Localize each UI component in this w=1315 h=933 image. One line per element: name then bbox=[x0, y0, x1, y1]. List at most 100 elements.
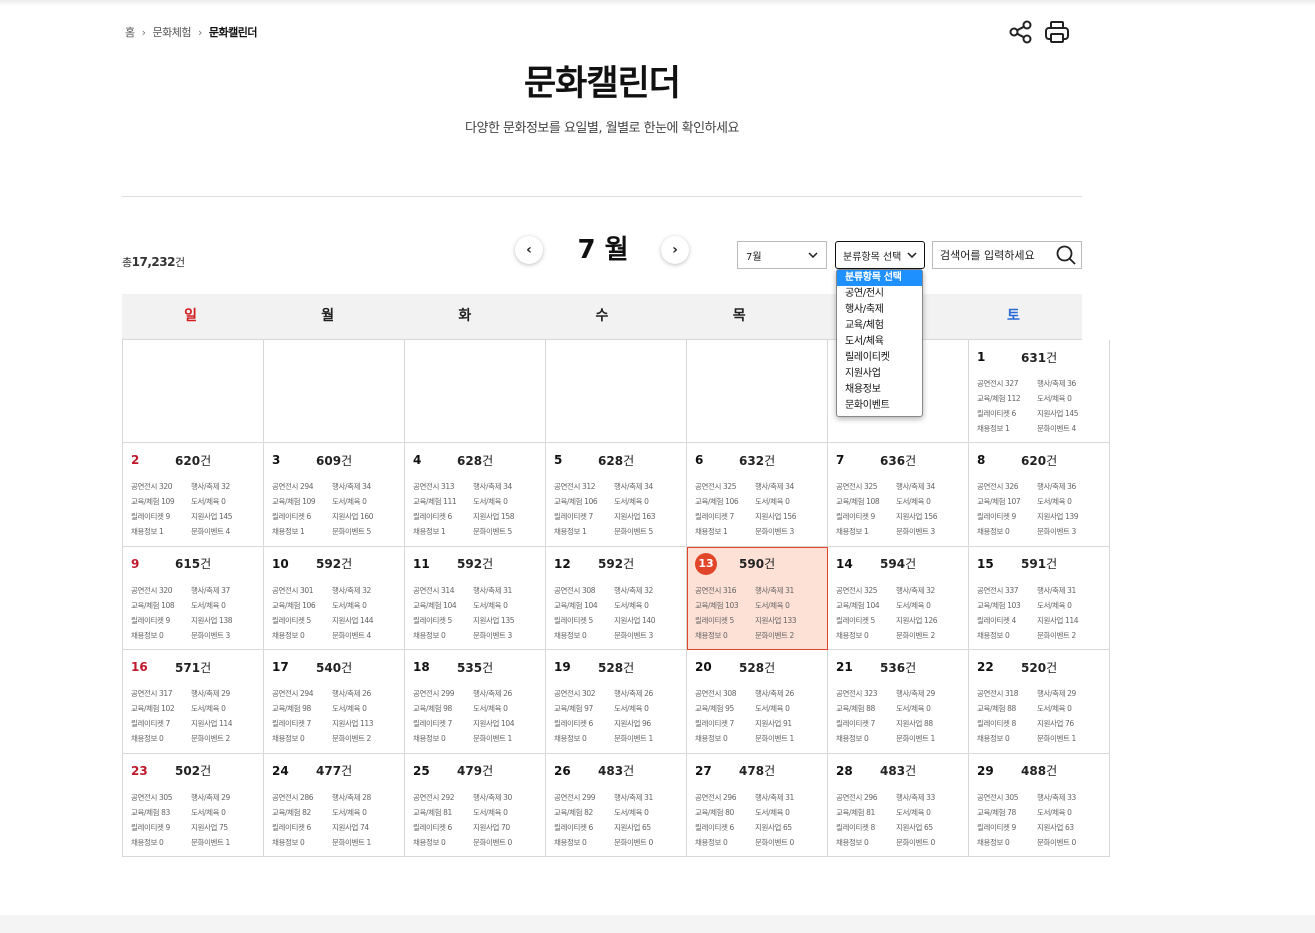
search-input[interactable] bbox=[933, 243, 1051, 267]
stat-item: 교육/체험 82 bbox=[554, 805, 614, 820]
category-option[interactable]: 릴레이티켓 bbox=[837, 350, 922, 366]
day-cell[interactable]: 22 520건 공연전시 318 행사/축제 29 교육/체험 88 도서/체육 0 릴레이… bbox=[969, 650, 1110, 754]
stat-item: 행사/축제 34 bbox=[896, 479, 960, 494]
day-cell[interactable]: 17 540건 공연전시 294 행사/축제 26 교육/체험 98 도서/체육 0 릴레이… bbox=[264, 650, 405, 754]
stat-item: 지원사업 135 bbox=[473, 613, 537, 628]
stat-item: 채용정보 1 bbox=[131, 524, 191, 539]
stat-label: 지원사업 bbox=[896, 719, 922, 729]
stat-item: 지원사업 145 bbox=[1037, 406, 1101, 421]
print-button[interactable] bbox=[1043, 18, 1071, 46]
day-cell[interactable]: 15 591건 공연전시 337 행사/축제 31 교육/체험 103 도서/체육 0 릴레… bbox=[969, 546, 1110, 651]
day-cell[interactable]: 24 477건 공연전시 286 행사/축제 28 교육/체험 82 도서/체육 0 릴레이… bbox=[264, 753, 405, 857]
category-option[interactable]: 지원사업 bbox=[837, 366, 922, 382]
day-total-value: 636 bbox=[880, 453, 906, 468]
empty-day-cell bbox=[264, 340, 405, 444]
month-select[interactable]: 7월 bbox=[737, 241, 827, 269]
day-cell[interactable]: 27 478건 공연전시 296 행사/축제 31 교육/체험 80 도서/체육 0 릴레이… bbox=[687, 753, 828, 857]
day-total-value: 478 bbox=[739, 764, 765, 779]
stat-value: 4 bbox=[1071, 424, 1076, 433]
day-cell[interactable]: 3 609건 공연전시 294 행사/축제 34 교육/체험 109 도서/체육 0 릴레이… bbox=[264, 443, 405, 547]
day-cell[interactable]: 5 628건 공연전시 312 행사/축제 34 교육/체험 106 도서/체육 0 릴레이… bbox=[546, 443, 687, 547]
day-cell[interactable]: 2 620건 공연전시 320 행사/축제 32 교육/체험 109 도서/체육 0 릴레이… bbox=[123, 443, 264, 547]
day-cell[interactable]: 4 628건 공연전시 313 행사/축제 34 교육/체험 111 도서/체육 0 릴레이… bbox=[405, 443, 546, 547]
day-stats: 공연전시 299 행사/축제 26 교육/체험 98 도서/체육 0 릴레이티켓 7 지원… bbox=[413, 686, 537, 746]
day-cell-today[interactable]: 13 590건 공연전시 316 행사/축제 31 교육/체험 103 도서/체육 0 릴레… bbox=[687, 546, 828, 651]
day-total: 528건 bbox=[598, 659, 634, 676]
category-option[interactable]: 공연/전시 bbox=[837, 286, 922, 302]
stat-value: 103 bbox=[725, 600, 739, 610]
day-total-unit: 건 bbox=[905, 660, 917, 675]
stat-value: 1 bbox=[722, 527, 728, 537]
breadcrumb-current[interactable]: 문화캘린더 bbox=[209, 24, 258, 40]
stat-item: 행사/축제 26 bbox=[332, 686, 396, 701]
stat-label: 지원사업 bbox=[473, 719, 499, 729]
category-option[interactable]: 문화이벤트 bbox=[837, 398, 922, 414]
stat-label: 공연전시 bbox=[977, 792, 1003, 802]
total-prefix: 총 bbox=[122, 256, 132, 269]
stat-label: 공연전시 bbox=[413, 585, 439, 595]
stat-value: 98 bbox=[443, 704, 452, 714]
day-cell[interactable]: 12 592건 공연전시 308 행사/축제 32 교육/체험 104 도서/체육 0 릴레… bbox=[546, 546, 687, 651]
stat-value: 0 bbox=[221, 600, 226, 610]
stat-value: 6 bbox=[447, 512, 452, 522]
day-number: 12 bbox=[554, 557, 598, 571]
day-cell[interactable]: 8 620건 공연전시 326 행사/축제 36 교육/체험 107 도서/체육 0 릴레이… bbox=[969, 443, 1110, 547]
stat-value: 325 bbox=[863, 482, 878, 492]
day-cell[interactable]: 6 632건 공연전시 325 행사/축제 34 교육/체험 106 도서/체육 0 릴레이… bbox=[687, 443, 828, 547]
day-cell[interactable]: 19 528건 공연전시 302 행사/축제 26 교육/체험 97 도서/체육 0 릴레이… bbox=[546, 650, 687, 754]
day-cell[interactable]: 9 615건 공연전시 320 행사/축제 37 교육/체험 108 도서/체육 0 릴레이… bbox=[123, 546, 264, 651]
empty-day-cell bbox=[405, 340, 546, 444]
stat-value: 6 bbox=[588, 719, 593, 729]
category-option[interactable]: 행사/축제 bbox=[837, 302, 922, 318]
day-cell[interactable]: 20 528건 공연전시 308 행사/축제 26 교육/체험 95 도서/체육 0 릴레이… bbox=[687, 650, 828, 754]
breadcrumb-section[interactable]: 문화체험 bbox=[153, 24, 192, 40]
stat-label: 릴레이티켓 bbox=[131, 615, 164, 625]
breadcrumb-home[interactable]: 홈 bbox=[125, 24, 135, 40]
day-cell[interactable]: 14 594건 공연전시 325 행사/축제 32 교육/체험 104 도서/체육 0 릴레… bbox=[828, 546, 969, 651]
stat-value: 0 bbox=[1071, 837, 1076, 847]
stat-item: 지원사업 144 bbox=[332, 613, 396, 628]
stat-label: 문화이벤트 bbox=[1037, 630, 1070, 640]
next-month-button[interactable]: › bbox=[661, 236, 689, 264]
day-stats: 공연전시 317 행사/축제 29 교육/체험 102 도서/체육 0 릴레이티켓 7지… bbox=[131, 686, 255, 746]
day-cell[interactable]: 10 592건 공연전시 301 행사/축제 32 교육/체험 106 도서/체육 0 릴레… bbox=[264, 546, 405, 651]
day-cell[interactable]: 26 483건 공연전시 299 행사/축제 31 교육/체험 82 도서/체육 0 릴레이… bbox=[546, 753, 687, 857]
stat-item: 도서/체육 0 bbox=[755, 598, 819, 613]
day-cell[interactable]: 7 636건 공연전시 325 행사/축제 34 교육/체험 108 도서/체육 0 릴레이… bbox=[828, 443, 969, 547]
day-cell[interactable]: 29 488건 공연전시 305 행사/축제 33 교육/체험 78 도서/체육 0 릴레이… bbox=[969, 753, 1110, 857]
stat-item: 지원사업 104 bbox=[473, 716, 537, 731]
stat-label: 공연전시 bbox=[131, 689, 157, 699]
day-cell[interactable]: 21 536건 공연전시 323 행사/축제 29 교육/체험 88 도서/체육 0 릴레이… bbox=[828, 650, 969, 754]
share-button[interactable] bbox=[1008, 19, 1034, 45]
day-cell[interactable]: 11 592건 공연전시 314 행사/축제 31 교육/체험 104 도서/체육 0 릴레… bbox=[405, 546, 546, 651]
day-cell[interactable]: 23 502건 공연전시 305 행사/축제 29 교육/체험 83 도서/체육 0 릴레이… bbox=[123, 753, 264, 857]
stat-label: 행사/축제 bbox=[896, 482, 925, 492]
stat-item: 행사/축제 34 bbox=[473, 479, 537, 494]
category-select[interactable]: 분류항목 선택 bbox=[835, 241, 925, 269]
stat-label: 문화이벤트 bbox=[191, 527, 224, 537]
category-option[interactable]: 도서/체육 bbox=[837, 334, 922, 350]
category-option[interactable]: 분류항목 선택 bbox=[837, 270, 922, 286]
day-cell[interactable]: 16 571건 공연전시 317 행사/축제 29 교육/체험 102 도서/체육 0 릴레… bbox=[123, 650, 264, 754]
prev-month-button[interactable]: ‹ bbox=[515, 236, 543, 264]
day-cell[interactable]: 1 631건 공연전시 327 행사/축제 36 교육/체험 112 도서/체육 0 릴레이… bbox=[969, 340, 1110, 444]
search-icon[interactable] bbox=[1055, 244, 1077, 266]
stat-value: 26 bbox=[362, 689, 371, 699]
day-cell[interactable]: 28 483건 공연전시 296 행사/축제 33 교육/체험 81 도서/체육 0 릴레이… bbox=[828, 753, 969, 857]
category-option[interactable]: 교육/체험 bbox=[837, 318, 922, 334]
stat-label: 교육/체험 bbox=[695, 497, 724, 507]
day-cell[interactable]: 25 479건 공연전시 292 행사/축제 30 교육/체험 81 도서/체육 0 릴레이… bbox=[405, 753, 546, 857]
day-number: 16 bbox=[131, 660, 175, 674]
stat-item: 지원사업 139 bbox=[1037, 509, 1101, 524]
day-cell[interactable]: 18 535건 공연전시 299 행사/축제 26 교육/체험 98 도서/체육 0 릴레이… bbox=[405, 650, 546, 754]
stat-label: 지원사업 bbox=[896, 615, 922, 625]
stat-item: 도서/체육 0 bbox=[755, 701, 819, 716]
stat-item: 교육/체험 104 bbox=[836, 598, 896, 613]
stat-value: 6 bbox=[588, 822, 593, 832]
stat-item: 교육/체험 104 bbox=[413, 598, 473, 613]
category-option[interactable]: 채용정보 bbox=[837, 382, 922, 398]
day-stats: 공연전시 294 행사/축제 26 교육/체험 98 도서/체육 0 릴레이티켓 7 지원… bbox=[272, 686, 396, 746]
stat-value: 126 bbox=[923, 615, 938, 625]
stat-value: 160 bbox=[359, 512, 374, 522]
stat-value: 6 bbox=[306, 822, 311, 832]
